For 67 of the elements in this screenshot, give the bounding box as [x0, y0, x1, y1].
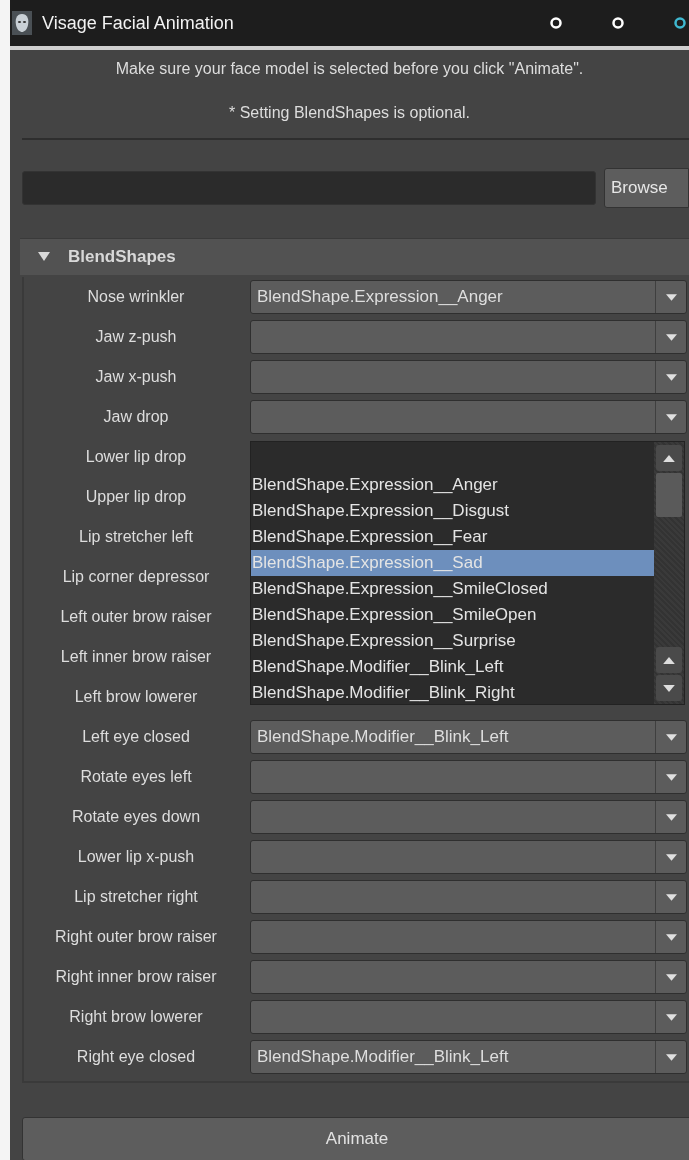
instruction-text: * Setting BlendShapes is optional. [227, 103, 472, 123]
file-path-field[interactable] [22, 171, 596, 205]
field-label: Upper lip drop [84, 488, 188, 506]
field-label: Left eye closed [81, 728, 191, 746]
caret-icon [665, 893, 677, 901]
list-option[interactable]: BlendShape.Expression__Surprise [251, 628, 654, 654]
dropdown[interactable]: BlendShape.Modifier__Blink_Left [250, 1040, 687, 1074]
field-label: Lip stretcher left [78, 528, 194, 546]
caret-icon [665, 853, 677, 861]
caret-icon [665, 373, 677, 381]
list-option[interactable]: BlendShape.Expression__Fear [251, 524, 654, 550]
window-title: Visage Facial Animation [42, 12, 235, 34]
caret-icon [665, 733, 677, 741]
dropdown[interactable] [250, 920, 687, 954]
field-label: Lower lip x-push [76, 848, 196, 866]
dropdown[interactable] [250, 400, 687, 434]
field-label: Right inner brow raiser [54, 968, 218, 986]
caret-icon [665, 333, 677, 341]
field-label: Rotate eyes down [70, 808, 202, 826]
caret-icon [665, 293, 677, 301]
list-option[interactable]: BlendShape.Modifier__Blink_Left [251, 654, 654, 680]
field-label: Right outer brow raiser [54, 928, 218, 946]
field-label: Left brow lowerer [73, 688, 199, 706]
scroll-up-icon [663, 454, 675, 462]
field-label: Lip corner depressor [61, 568, 211, 586]
dropdown[interactable] [250, 1000, 687, 1034]
dropdown[interactable] [250, 360, 687, 394]
section-header[interactable]: BlendShapes [20, 238, 689, 275]
list-option[interactable]: BlendShape.Expression__SmileClosed [251, 576, 654, 602]
dropdown[interactable] [250, 800, 687, 834]
scroll-down-icon [663, 684, 675, 692]
caret-icon [665, 973, 677, 981]
caret-icon [665, 1013, 677, 1021]
field-label: Lip stretcher right [73, 888, 199, 906]
field-label: Rotate eyes left [79, 768, 193, 786]
dropdown[interactable] [250, 320, 687, 354]
list-option[interactable]: BlendShape.Expression__Anger [251, 472, 654, 498]
field-label: Jaw drop [102, 408, 170, 426]
field-label: Left inner brow raiser [59, 648, 213, 666]
dropdown[interactable]: BlendShape.Modifier__Blink_Left [250, 720, 687, 754]
caret-icon [665, 1053, 677, 1061]
dropdown[interactable] [250, 880, 687, 914]
caret-icon [665, 813, 677, 821]
caret-icon [665, 773, 677, 781]
dropdown[interactable] [250, 960, 687, 994]
instruction-text: Make sure your face model is selected before you click "Animate". [114, 59, 585, 79]
dropdown[interactable] [250, 760, 687, 794]
scroll-up-icon [663, 656, 675, 664]
field-label: Nose wrinkler [86, 288, 186, 306]
dropdown[interactable]: BlendShape.Expression__Anger [250, 280, 687, 314]
list-option[interactable]: BlendShape.Expression__SmileOpen [251, 602, 654, 628]
dropdown[interactable] [250, 840, 687, 874]
field-label: Lower lip drop [84, 448, 188, 466]
field-label: Jaw x-push [94, 368, 178, 386]
animate-button[interactable]: Animate [22, 1117, 689, 1160]
scroll-thumb[interactable] [656, 473, 682, 517]
browse-button[interactable]: Browse [604, 168, 689, 208]
list-option[interactable]: BlendShape.Modifier__Blink_Right [251, 680, 654, 706]
caret-icon [665, 413, 677, 421]
field-label: Right brow lowerer [68, 1008, 204, 1026]
caret-icon [665, 933, 677, 941]
scrollbar[interactable] [654, 442, 684, 704]
list-option[interactable]: BlendShape.Expression__Disgust [251, 498, 654, 524]
field-label: Jaw z-push [94, 328, 178, 346]
field-label: Right eye closed [75, 1048, 197, 1066]
field-label: Left outer brow raiser [59, 608, 213, 626]
window-button[interactable] [673, 16, 687, 30]
